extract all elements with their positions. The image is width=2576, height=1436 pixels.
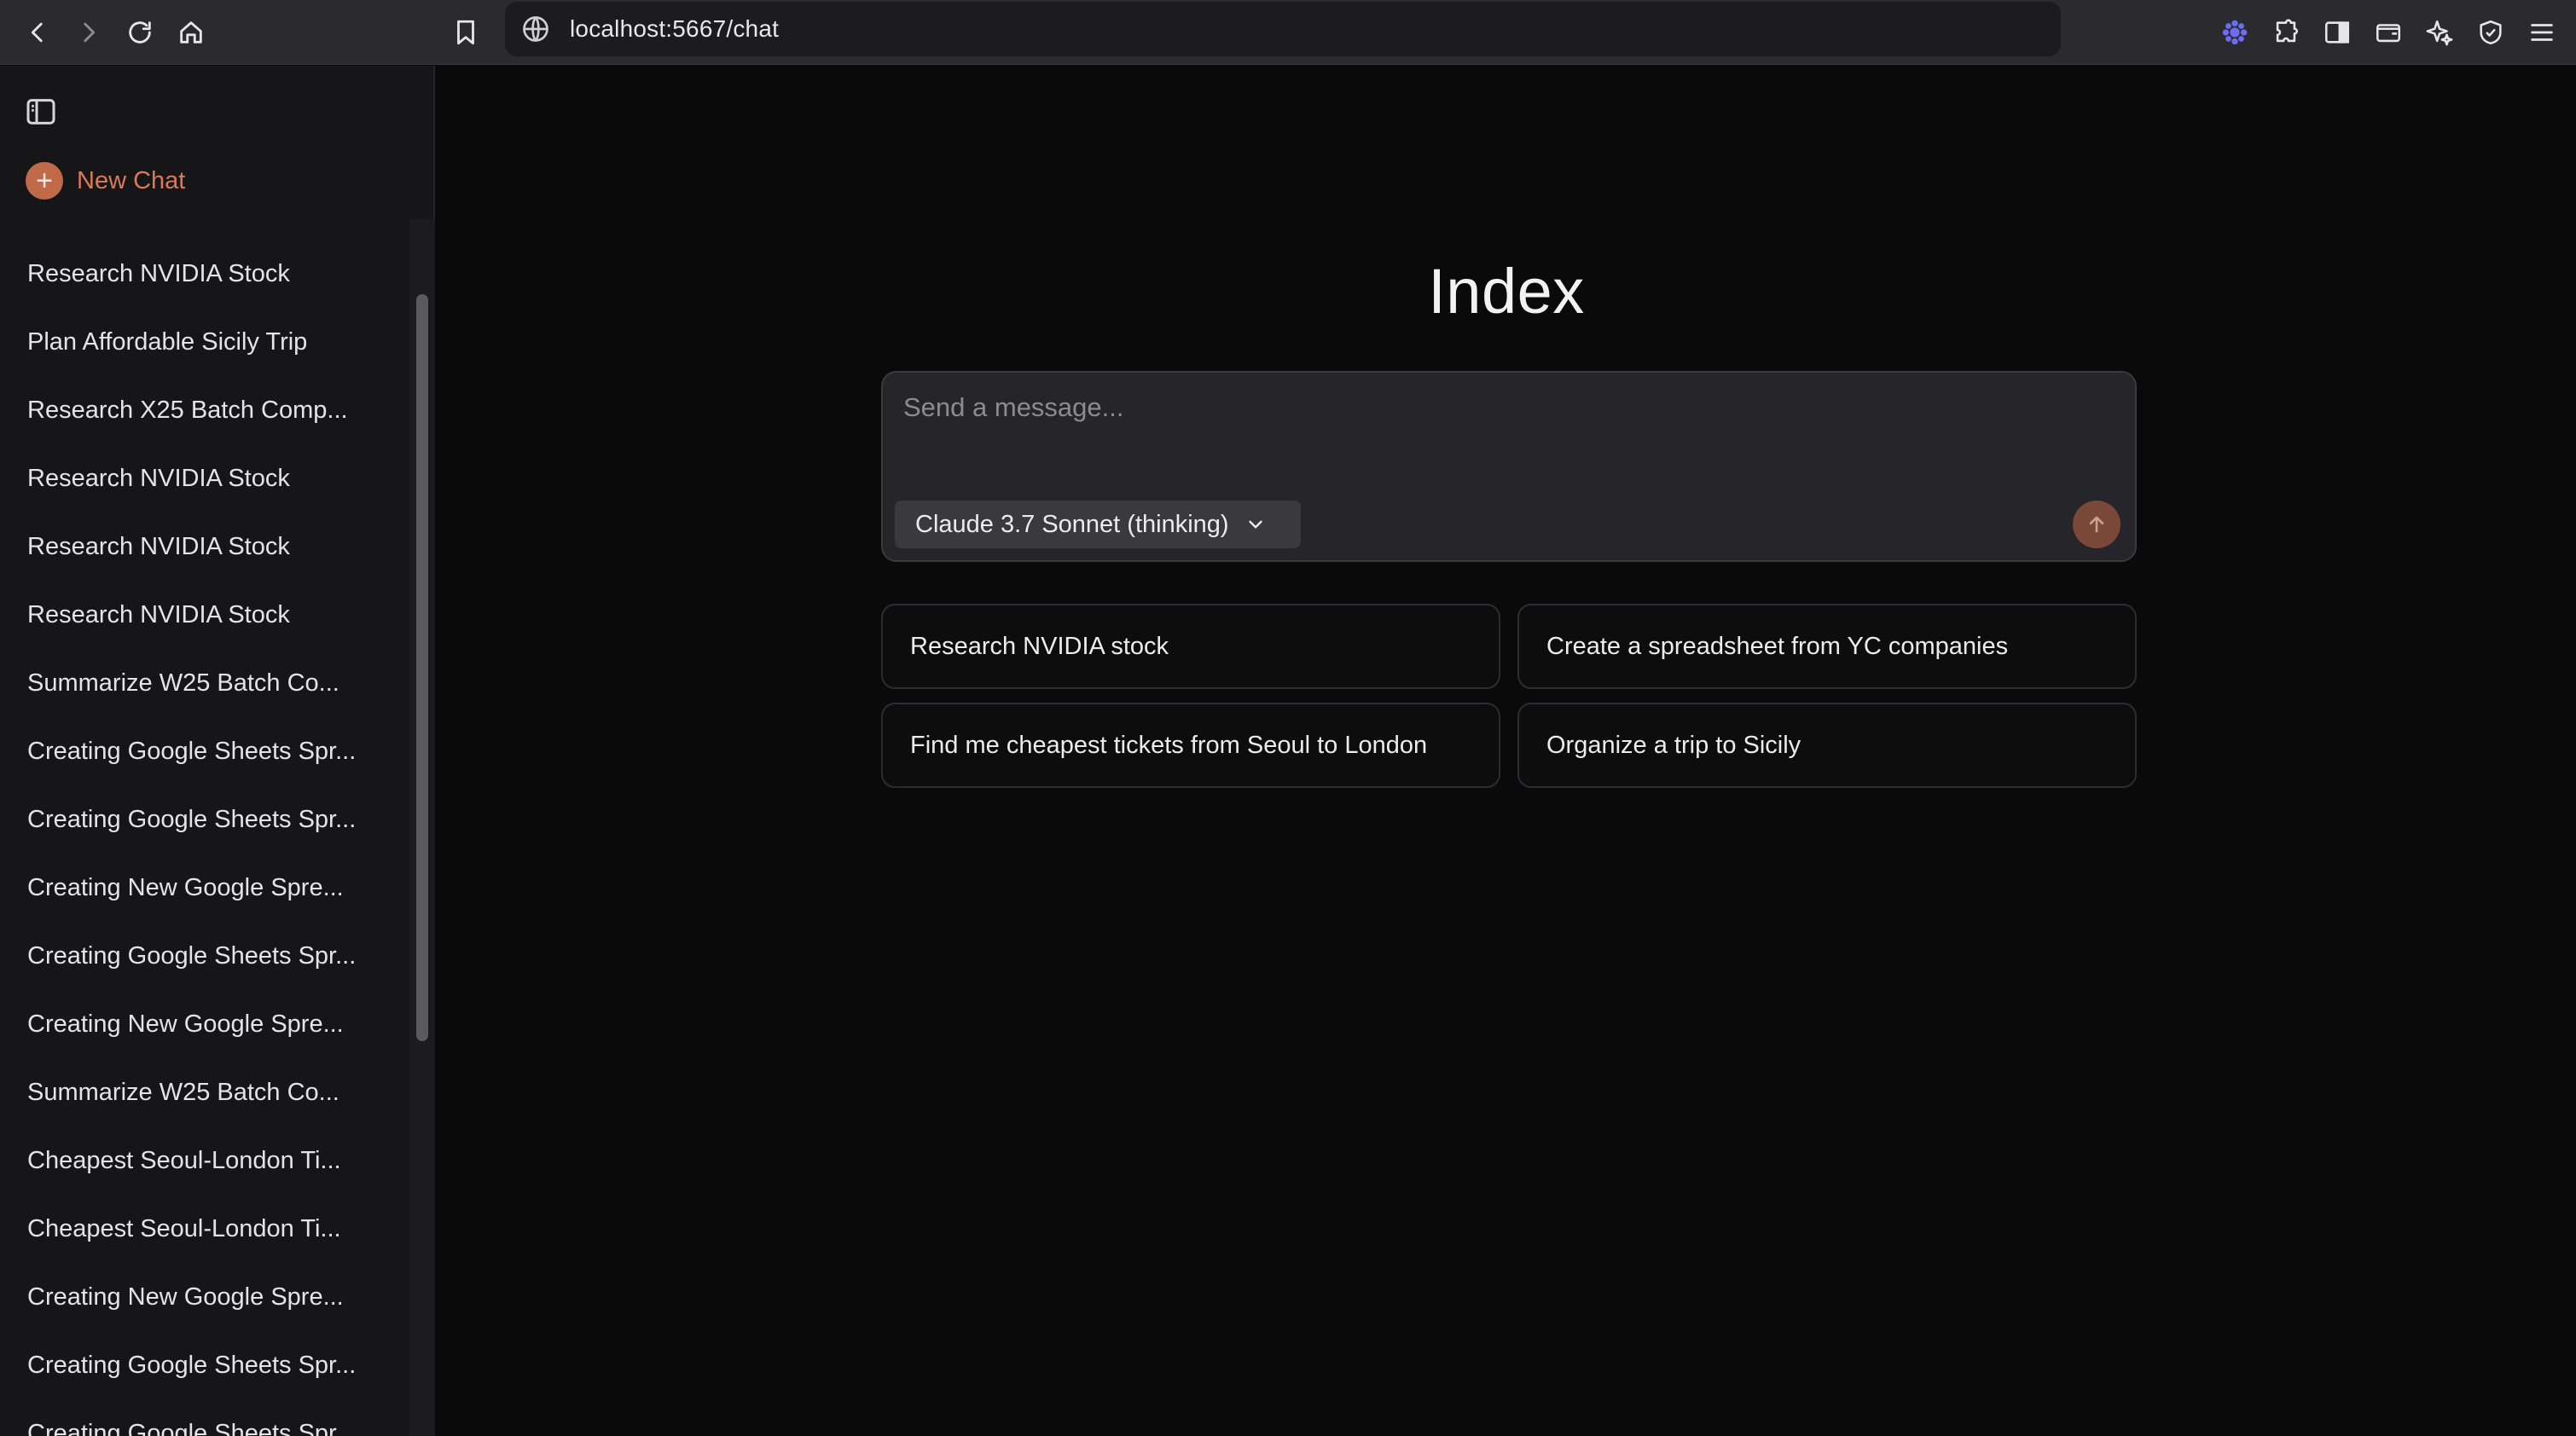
- url-text: localhost:5667/chat: [570, 15, 780, 42]
- reload-icon[interactable]: [118, 10, 162, 55]
- message-composer: Claude 3.7 Sonnet (thinking): [881, 371, 2137, 562]
- extensions-puzzle-icon[interactable]: [2264, 10, 2308, 55]
- page-title: Index: [1428, 256, 1585, 327]
- history-item[interactable]: Creating New Google Spre...: [27, 999, 386, 1050]
- ai-sparkle-icon[interactable]: [2417, 10, 2462, 55]
- history-item[interactable]: Cheapest Seoul-London Ti...: [27, 1135, 386, 1186]
- history-item[interactable]: Creating Google Sheets Spr...: [27, 1408, 386, 1436]
- site-info-icon[interactable]: [520, 14, 551, 44]
- history-item[interactable]: Research NVIDIA Stock: [27, 453, 386, 504]
- history-item[interactable]: Plan Affordable Sicily Trip: [27, 316, 386, 368]
- sidebar: + New Chat Research NVIDIA Stock Plan Af…: [0, 66, 435, 1436]
- suggestion-card[interactable]: Research NVIDIA stock: [881, 604, 1500, 689]
- sidebar-toggle-icon[interactable]: [24, 95, 58, 129]
- chat-history-list: Research NVIDIA Stock Plan Affordable Si…: [0, 219, 409, 1436]
- history-item[interactable]: Creating New Google Spre...: [27, 862, 386, 913]
- sidebar-panel-icon[interactable]: [2315, 10, 2359, 55]
- address-bar[interactable]: localhost:5667/chat: [505, 2, 2061, 56]
- new-chat-label: New Chat: [77, 166, 186, 194]
- message-input[interactable]: [903, 386, 2097, 429]
- bookmark-icon[interactable]: [444, 10, 488, 55]
- chat-main: Index Claude 3.7 Sonnet (thinking) Resea…: [437, 66, 2576, 1436]
- history-item[interactable]: Cheapest Seoul-London Ti...: [27, 1203, 386, 1254]
- suggestion-card[interactable]: Find me cheapest tickets from Seoul to L…: [881, 703, 1500, 788]
- history-item[interactable]: Summarize W25 Batch Co...: [27, 657, 386, 709]
- arrow-up-icon: [2089, 516, 2104, 533]
- wallet-icon[interactable]: [2366, 10, 2411, 55]
- send-button[interactable]: [2073, 501, 2121, 548]
- sidebar-scrollbar[interactable]: [409, 219, 435, 1436]
- history-item[interactable]: Creating New Google Spre...: [27, 1271, 386, 1323]
- shield-icon[interactable]: [2469, 10, 2513, 55]
- model-selector[interactable]: Claude 3.7 Sonnet (thinking): [895, 501, 1301, 548]
- menu-icon[interactable]: [2520, 10, 2564, 55]
- history-item[interactable]: Research NVIDIA Stock: [27, 521, 386, 572]
- extension-flower-icon[interactable]: [2213, 10, 2257, 55]
- new-chat-button[interactable]: + New Chat: [26, 159, 185, 202]
- history-item[interactable]: Creating Google Sheets Spr...: [27, 794, 386, 845]
- history-item[interactable]: Creating Google Sheets Spr...: [27, 1340, 386, 1391]
- back-icon[interactable]: [15, 10, 60, 55]
- suggestion-card[interactable]: Organize a trip to Sicily: [1517, 703, 2137, 788]
- history-item[interactable]: Research NVIDIA Stock: [27, 589, 386, 640]
- history-item[interactable]: Creating Google Sheets Spr...: [27, 726, 386, 777]
- history-item[interactable]: Summarize W25 Batch Co...: [27, 1067, 386, 1118]
- model-selector-label: Claude 3.7 Sonnet (thinking): [915, 510, 1229, 538]
- plus-icon: +: [26, 162, 63, 200]
- history-item[interactable]: Research X25 Batch Comp...: [27, 385, 386, 436]
- scrollbar-thumb[interactable]: [416, 294, 428, 1041]
- forward-icon[interactable]: [67, 10, 111, 55]
- chevron-down-icon: [1248, 520, 1262, 529]
- browser-toolbar: localhost:5667/chat: [0, 0, 2576, 65]
- history-item[interactable]: Research NVIDIA Stock: [27, 248, 386, 299]
- history-item[interactable]: Creating Google Sheets Spr...: [27, 930, 386, 981]
- home-icon[interactable]: [169, 10, 213, 55]
- suggestion-card[interactable]: Create a spreadsheet from YC companies: [1517, 604, 2137, 689]
